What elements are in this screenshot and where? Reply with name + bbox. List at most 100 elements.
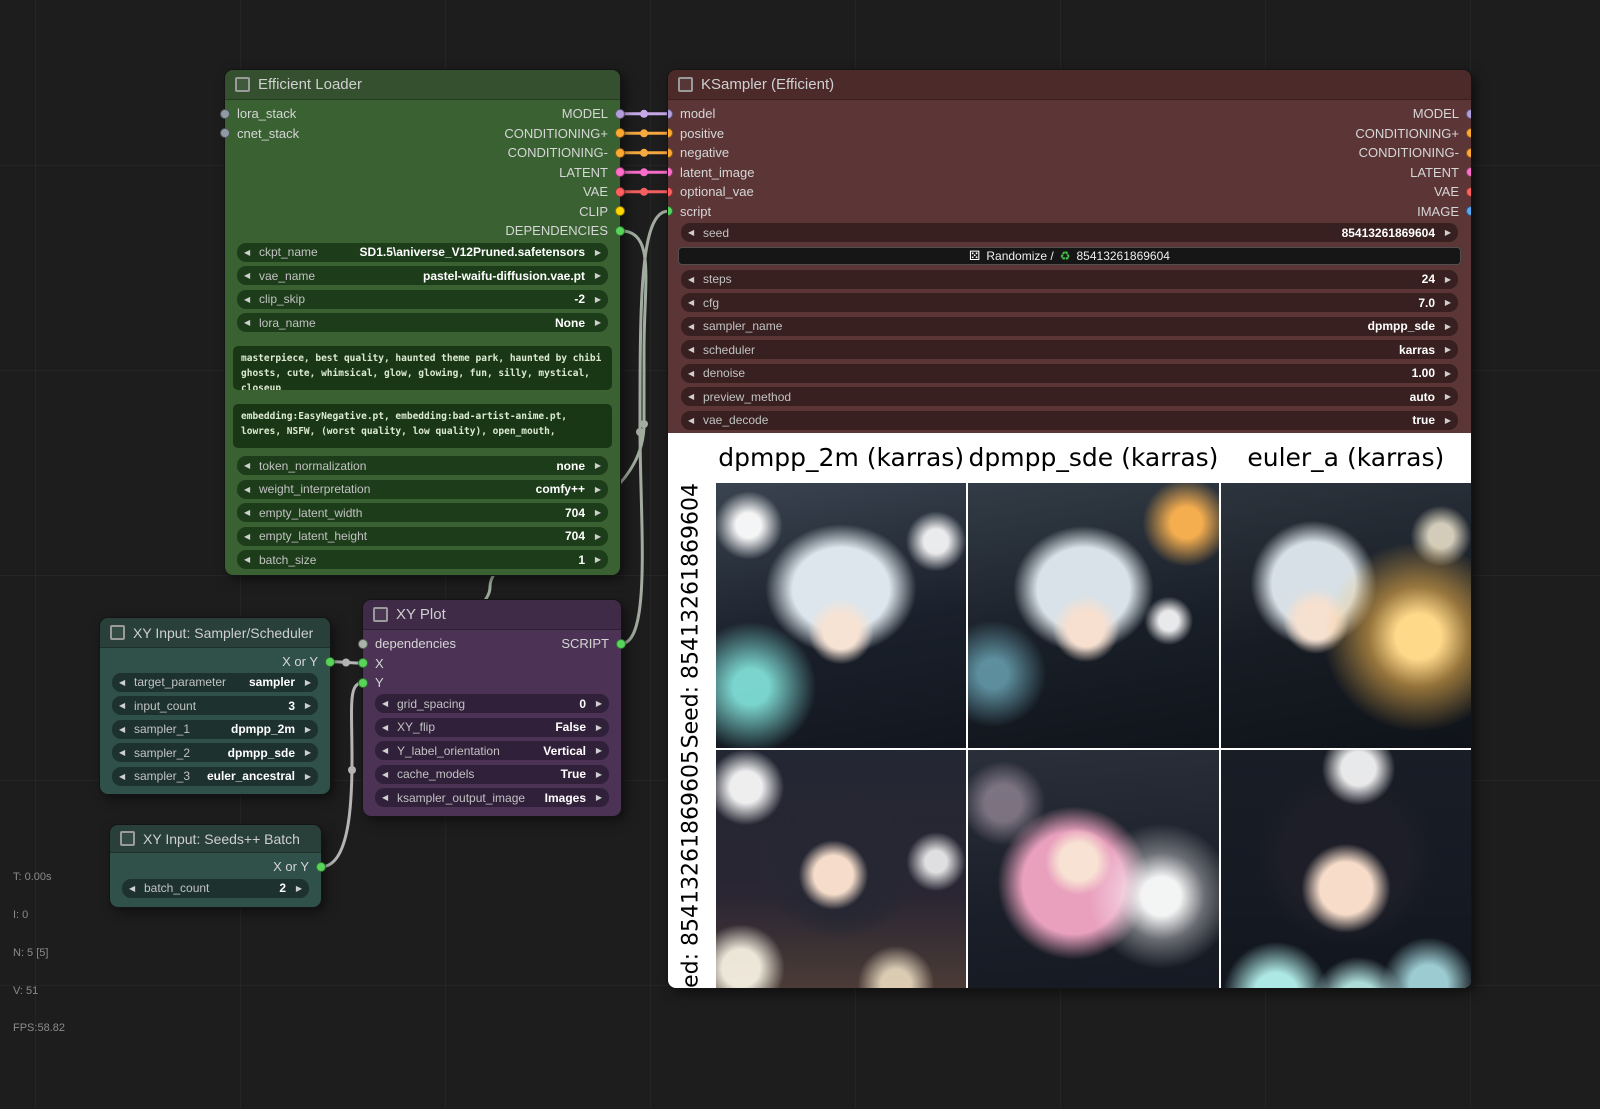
decrement-icon[interactable]: ◀	[244, 503, 255, 522]
output-slot-script[interactable]: SCRIPT	[561, 636, 621, 651]
decrement-icon[interactable]: ◀	[382, 694, 393, 713]
preview-image-r1c0[interactable]	[716, 750, 966, 988]
preview-image-r0c2[interactable]	[1221, 483, 1471, 748]
collapse-icon[interactable]	[678, 77, 693, 92]
slot-dot-icon[interactable]	[615, 128, 625, 138]
decrement-icon[interactable]: ◀	[119, 696, 130, 715]
slot-dot-icon[interactable]	[615, 109, 625, 119]
widget-ckpt-name[interactable]: ◀ ckpt_name SD1.5\aniverse_V12Pruned.saf…	[237, 243, 608, 262]
slot-dot-icon[interactable]	[668, 206, 673, 216]
decrement-icon[interactable]: ◀	[382, 788, 393, 807]
decrement-icon[interactable]: ◀	[119, 743, 130, 762]
input-slot-cnet-stack[interactable]: cnet_stack	[225, 126, 299, 141]
slot-dot-icon[interactable]	[1466, 167, 1471, 177]
output-slot-clip[interactable]: CLIP	[579, 204, 620, 219]
slot-dot-icon[interactable]	[668, 187, 673, 197]
slot-dot-icon[interactable]	[220, 128, 230, 138]
increment-icon[interactable]: ▶	[291, 879, 302, 898]
slot-dot-icon[interactable]	[220, 109, 230, 119]
widget-cache-models[interactable]: ◀ cache_models True ▶	[375, 765, 609, 784]
widget-batch-count[interactable]: ◀ batch_count 2 ▶	[122, 879, 309, 898]
increment-icon[interactable]: ▶	[590, 527, 601, 546]
widget-sampler-3[interactable]: ◀ sampler_3 euler_ancestral ▶	[112, 767, 318, 786]
node-xy-input-sampler-scheduler[interactable]: XY Input: Sampler/Scheduler X or Y ◀ tar…	[100, 618, 330, 794]
decrement-icon[interactable]: ◀	[129, 879, 140, 898]
node-header[interactable]: KSampler (Efficient)	[668, 70, 1471, 100]
widget-empty-latent-height[interactable]: ◀ empty_latent_height 704 ▶	[237, 527, 608, 546]
output-slot-vae[interactable]: VAE	[583, 184, 620, 199]
widget-vae-name[interactable]: ◀ vae_name pastel-waifu-diffusion.vae.pt…	[237, 266, 608, 285]
slot-dot-icon[interactable]	[668, 148, 673, 158]
slot-dot-icon[interactable]	[1466, 148, 1471, 158]
increment-icon[interactable]: ▶	[590, 243, 601, 262]
positive-prompt-textarea[interactable]: masterpiece, best quality, haunted theme…	[233, 346, 612, 390]
input-slot-dependencies[interactable]: dependencies	[363, 636, 456, 651]
increment-icon[interactable]: ▶	[591, 694, 602, 713]
output-slot-x-or-y[interactable]: X or Y	[273, 859, 321, 874]
increment-icon[interactable]: ▶	[591, 788, 602, 807]
increment-icon[interactable]: ▶	[1440, 340, 1451, 359]
output-slot-model[interactable]: MODEL	[562, 106, 620, 121]
increment-icon[interactable]: ▶	[590, 503, 601, 522]
widget-target-parameter[interactable]: ◀ target_parameter sampler ▶	[112, 673, 318, 692]
widget-lora-name[interactable]: ◀ lora_name None ▶	[237, 313, 608, 332]
widget-preview-method[interactable]: ◀ preview_method auto ▶	[681, 387, 1458, 406]
slot-dot-icon[interactable]	[1466, 206, 1471, 216]
widget-ksampler-output-image[interactable]: ◀ ksampler_output_image Images ▶	[375, 788, 609, 807]
widget-xy-flip[interactable]: ◀ XY_flip False ▶	[375, 718, 609, 737]
increment-icon[interactable]: ▶	[591, 741, 602, 760]
negative-prompt-textarea[interactable]: embedding:EasyNegative.pt, embedding:bad…	[233, 404, 612, 448]
decrement-icon[interactable]: ◀	[688, 340, 699, 359]
widget-sampler-name[interactable]: ◀ sampler_name dpmpp_sde ▶	[681, 317, 1458, 336]
decrement-icon[interactable]: ◀	[244, 313, 255, 332]
increment-icon[interactable]: ▶	[300, 767, 311, 786]
preview-image-r0c1[interactable]	[968, 483, 1218, 748]
decrement-icon[interactable]: ◀	[688, 364, 699, 383]
widget-denoise[interactable]: ◀ denoise 1.00 ▶	[681, 364, 1458, 383]
increment-icon[interactable]: ▶	[591, 765, 602, 784]
output-slot-latent[interactable]: LATENT	[559, 165, 620, 180]
output-slot-image[interactable]: IMAGE	[1417, 204, 1471, 219]
node-efficient-loader[interactable]: Efficient Loader lora_stack MODEL cnet_s…	[225, 70, 620, 575]
widget-grid-spacing[interactable]: ◀ grid_spacing 0 ▶	[375, 694, 609, 713]
slot-dot-icon[interactable]	[668, 109, 673, 119]
widget-weight-interpretation[interactable]: ◀ weight_interpretation comfy++ ▶	[237, 480, 608, 499]
widget-input-count[interactable]: ◀ input_count 3 ▶	[112, 696, 318, 715]
decrement-icon[interactable]: ◀	[688, 223, 699, 242]
slot-dot-icon[interactable]	[615, 187, 625, 197]
output-slot-conditioning-minus[interactable]: CONDITIONING-	[508, 145, 620, 160]
collapse-icon[interactable]	[120, 831, 135, 846]
output-slot-dependencies[interactable]: DEPENDENCIES	[505, 223, 620, 238]
increment-icon[interactable]: ▶	[300, 673, 311, 692]
increment-icon[interactable]: ▶	[1440, 293, 1451, 312]
decrement-icon[interactable]: ◀	[382, 741, 393, 760]
node-xy-input-seeds-batch[interactable]: XY Input: Seeds++ Batch X or Y ◀ batch_c…	[110, 825, 321, 907]
node-header[interactable]: XY Input: Seeds++ Batch	[110, 825, 321, 853]
increment-icon[interactable]: ▶	[590, 290, 601, 309]
increment-icon[interactable]: ▶	[300, 743, 311, 762]
increment-icon[interactable]: ▶	[1440, 364, 1451, 383]
input-slot-positive[interactable]: positive	[668, 126, 724, 141]
decrement-icon[interactable]: ◀	[244, 243, 255, 262]
output-slot-model[interactable]: MODEL	[1413, 106, 1471, 121]
widget-empty-latent-width[interactable]: ◀ empty_latent_width 704 ▶	[237, 503, 608, 522]
decrement-icon[interactable]: ◀	[244, 290, 255, 309]
increment-icon[interactable]: ▶	[590, 480, 601, 499]
slot-dot-icon[interactable]	[1466, 128, 1471, 138]
widget-y-label-orientation[interactable]: ◀ Y_label_orientation Vertical ▶	[375, 741, 609, 760]
input-slot-model[interactable]: model	[668, 106, 715, 121]
decrement-icon[interactable]: ◀	[119, 673, 130, 692]
slot-dot-icon[interactable]	[316, 862, 326, 872]
input-slot-negative[interactable]: negative	[668, 145, 729, 160]
node-header[interactable]: XY Plot	[363, 600, 621, 630]
widget-cfg[interactable]: ◀ cfg 7.0 ▶	[681, 293, 1458, 312]
decrement-icon[interactable]: ◀	[688, 387, 699, 406]
preview-image-r1c1[interactable]	[968, 750, 1218, 988]
decrement-icon[interactable]: ◀	[244, 480, 255, 499]
input-slot-script[interactable]: script	[668, 204, 711, 219]
widget-vae-decode[interactable]: ◀ vae_decode true ▶	[681, 411, 1458, 430]
preview-image-r1c2[interactable]	[1221, 750, 1471, 988]
decrement-icon[interactable]: ◀	[244, 456, 255, 475]
increment-icon[interactable]: ▶	[300, 696, 311, 715]
slot-dot-icon[interactable]	[615, 167, 625, 177]
